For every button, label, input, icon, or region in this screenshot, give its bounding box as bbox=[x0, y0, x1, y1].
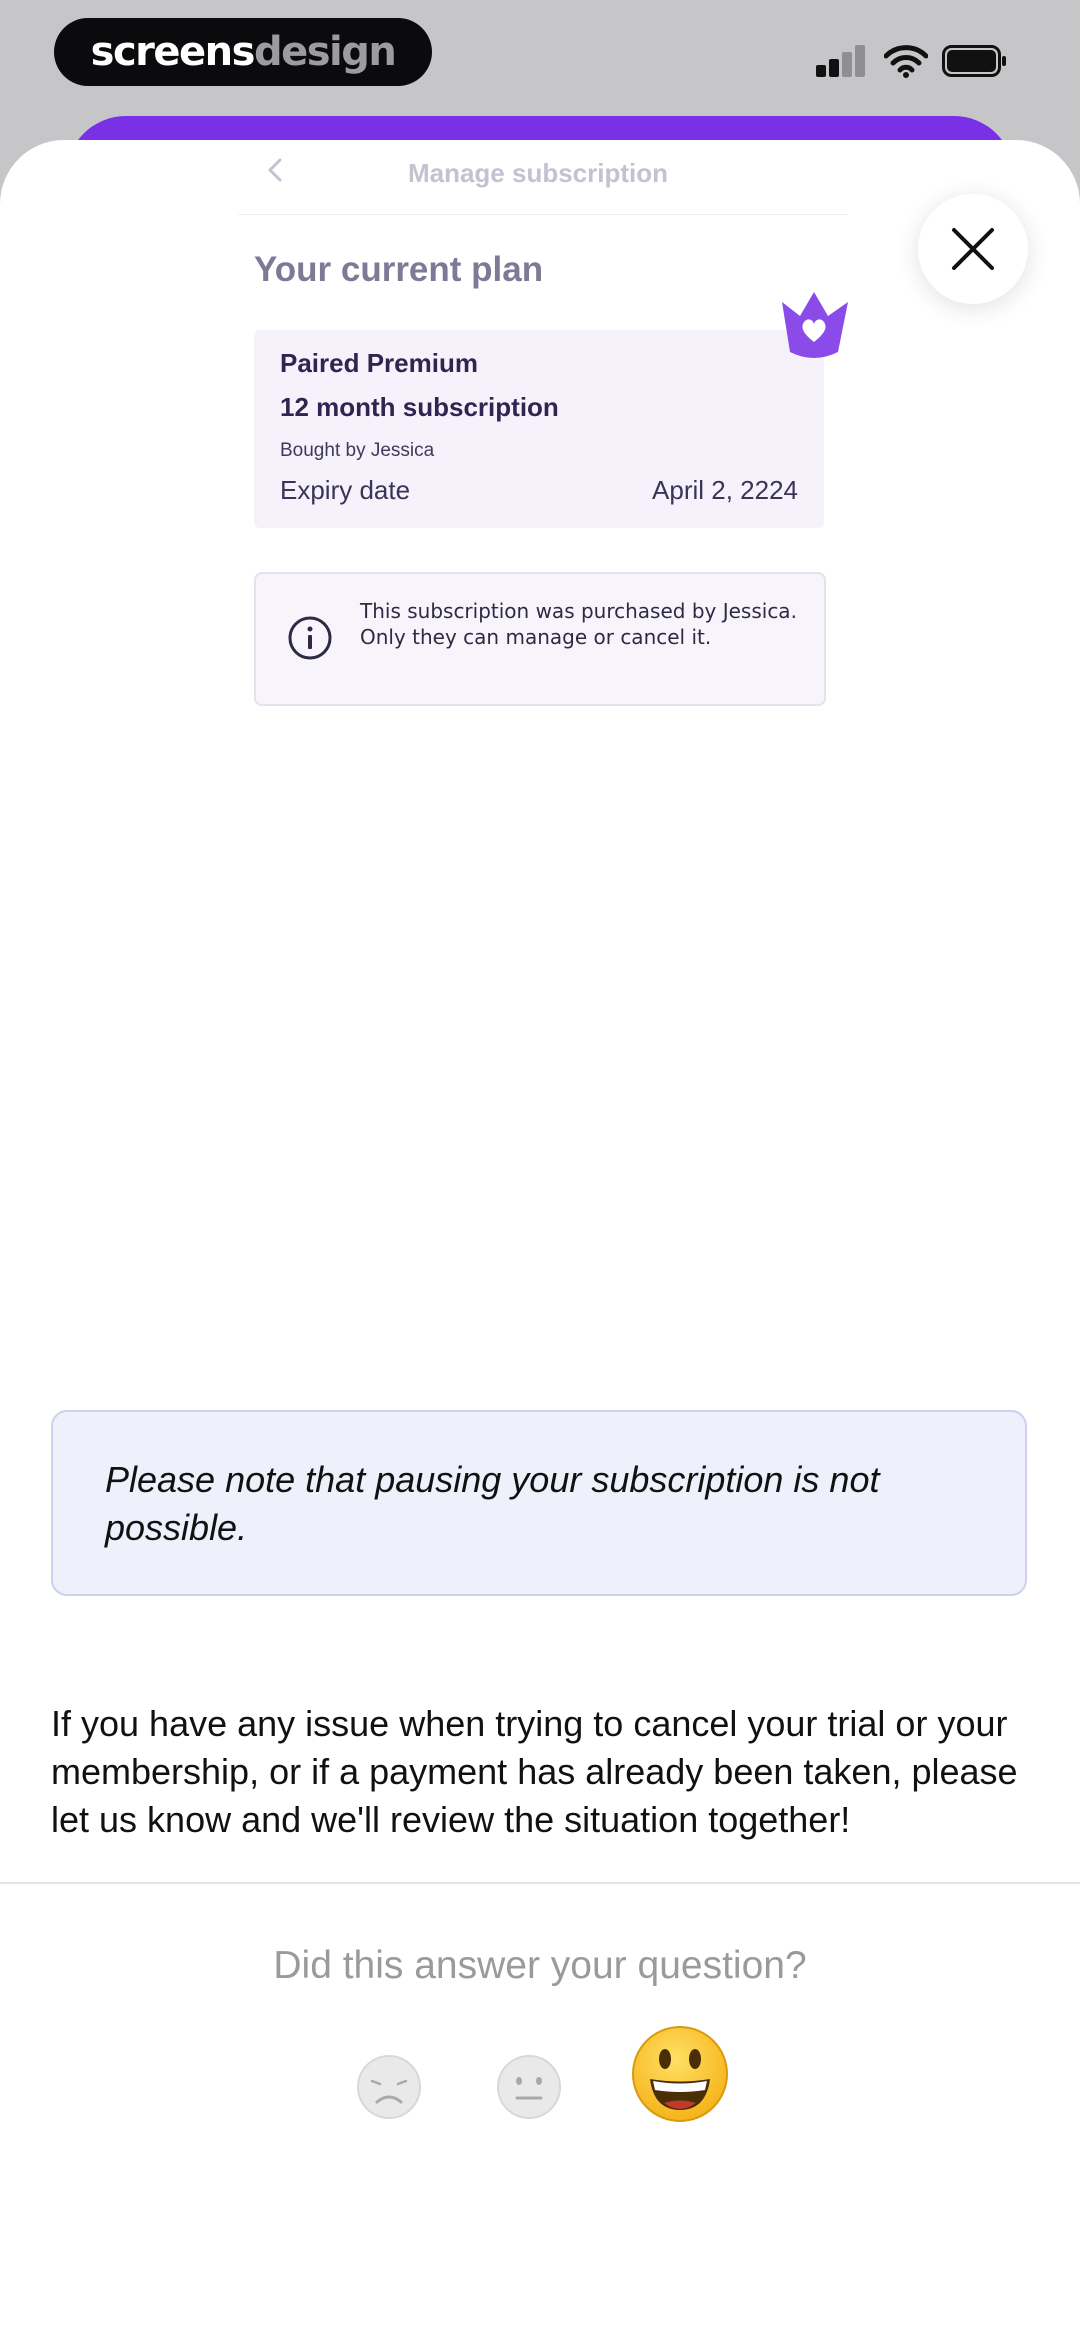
note-text: Please note that pausing your subscripti… bbox=[105, 1459, 880, 1548]
note-callout: Please note that pausing your subscripti… bbox=[51, 1410, 1027, 1596]
battery-icon bbox=[942, 45, 1006, 77]
smiley-face-icon[interactable] bbox=[630, 2024, 730, 2124]
info-text: This subscription was purchased by Jessi… bbox=[360, 599, 797, 649]
screensdesign-logo: screens design bbox=[54, 18, 432, 86]
close-icon bbox=[952, 228, 994, 270]
feedback-question: Did this answer your question? bbox=[273, 1944, 807, 1987]
close-button[interactable] bbox=[918, 194, 1028, 304]
crown-heart-icon bbox=[782, 292, 848, 358]
subscription-screenshot: Manage subscription Your current plan Pa… bbox=[238, 140, 848, 740]
info-icon bbox=[288, 616, 332, 660]
plan-card: Paired Premium 12 month subscription Bou… bbox=[254, 330, 824, 528]
plan-buyer: Bought by Jessica bbox=[280, 440, 435, 461]
feedback-panel: Did this answer your question? bbox=[0, 1882, 1080, 2197]
expiry-value: April 2, 2224 bbox=[652, 475, 798, 505]
brand-text-part1: screens bbox=[90, 29, 256, 75]
cellular-signal-icon bbox=[816, 45, 866, 77]
brand-text-part2: design bbox=[253, 29, 397, 75]
preview-nav-bar: Manage subscription bbox=[238, 140, 848, 215]
article-body-text: If you have any issue when trying to can… bbox=[51, 1703, 1018, 1840]
preview-nav-title: Manage subscription bbox=[407, 158, 669, 188]
plan-term: 12 month subscription bbox=[280, 392, 559, 422]
plan-heading: Your current plan bbox=[254, 250, 544, 289]
status-bar: screens design bbox=[0, 0, 1080, 118]
plan-name: Paired Premium bbox=[280, 348, 478, 378]
wifi-icon bbox=[884, 45, 928, 78]
sad-face-icon[interactable] bbox=[356, 2054, 422, 2120]
info-card: This subscription was purchased by Jessi… bbox=[254, 572, 826, 706]
neutral-face-icon[interactable] bbox=[496, 2054, 562, 2120]
expiry-label: Expiry date bbox=[280, 475, 411, 505]
